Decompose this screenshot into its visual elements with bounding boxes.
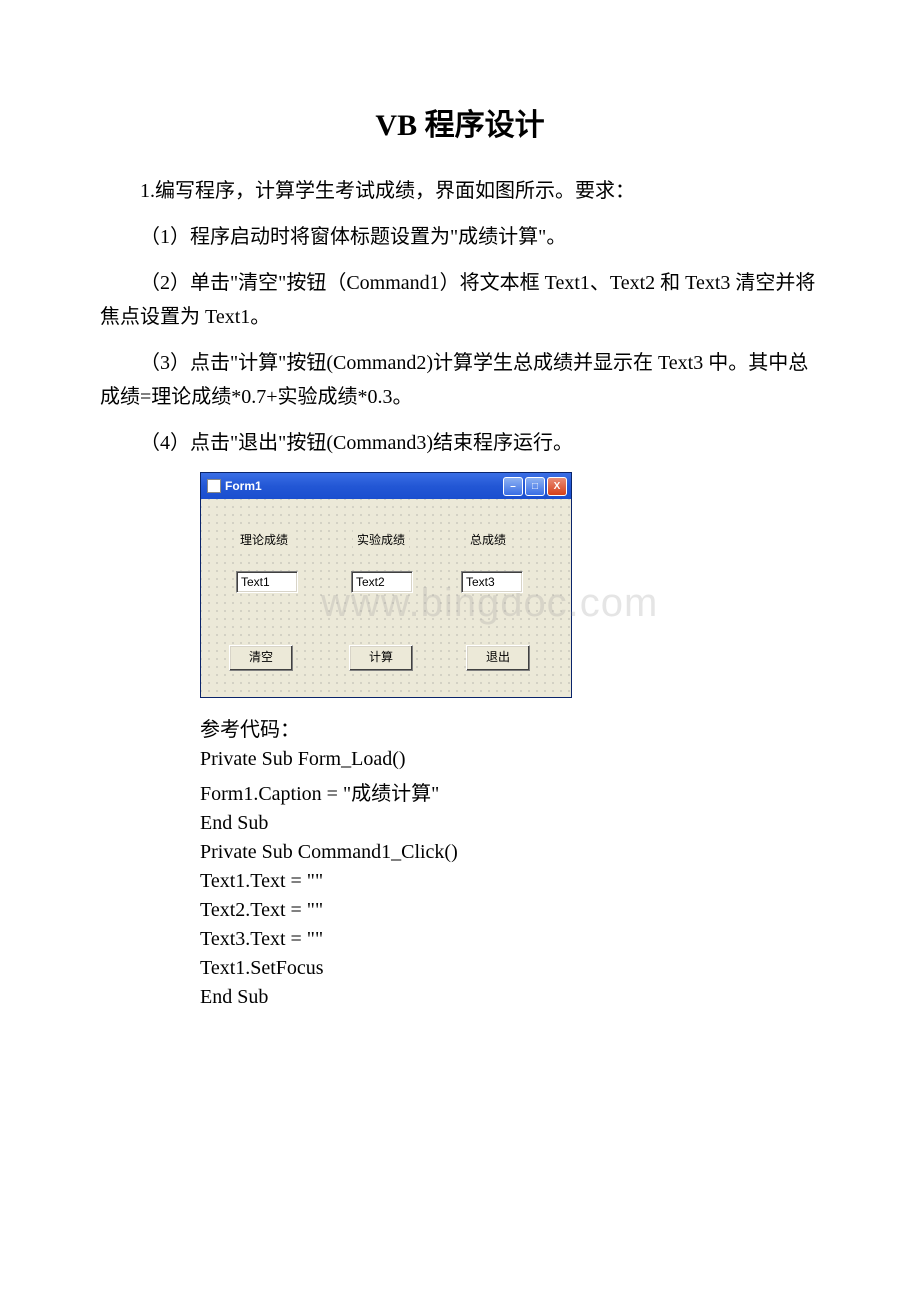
code-line: End Sub	[200, 812, 820, 835]
minimize-button[interactable]: –	[503, 477, 523, 496]
code-line: Form1.Caption = "成绩计算"	[200, 777, 820, 806]
paragraph-req3: （3）点击"计算"按钮(Command2)计算学生总成绩并显示在 Text3 中…	[100, 346, 820, 414]
code-line: End Sub	[200, 986, 820, 1009]
code-line: Text1.Text = ""	[200, 870, 820, 893]
title-bar: Form1 – □ X	[201, 473, 571, 499]
exit-button[interactable]: 退出	[466, 645, 530, 671]
paragraph-req1: （1）程序启动时将窗体标题设置为"成绩计算"。	[100, 220, 820, 254]
code-line: Text2.Text = ""	[200, 899, 820, 922]
label-total-score: 总成绩	[466, 529, 510, 550]
paragraph-intro: 1.编写程序，计算学生考试成绩，界面如图所示。要求：	[100, 174, 820, 208]
form-title: Form1	[225, 479, 262, 493]
app-icon	[207, 479, 221, 493]
close-button[interactable]: X	[547, 477, 567, 496]
maximize-button[interactable]: □	[525, 477, 545, 496]
form-body: www.bingdoc.com 理论成绩 实验成绩 总成绩 Text1 Text…	[201, 499, 571, 697]
vb-form-window: Form1 – □ X www.bingdoc.com 理论成绩 实验成绩 总成…	[200, 472, 572, 698]
document-title: VB 程序设计	[100, 100, 820, 144]
window-controls: – □ X	[503, 477, 567, 496]
label-lab-score: 实验成绩	[353, 529, 409, 550]
label-theory-score: 理论成绩	[236, 529, 292, 550]
code-line: Text1.SetFocus	[200, 957, 820, 980]
code-line: Text3.Text = ""	[200, 928, 820, 951]
code-line: Private Sub Command1_Click()	[200, 841, 820, 864]
code-reference-label: 参考代码：	[200, 713, 820, 742]
code-line: Private Sub Form_Load()	[200, 748, 820, 771]
text1-input[interactable]: Text1	[236, 571, 298, 593]
text3-input[interactable]: Text3	[461, 571, 523, 593]
calculate-button[interactable]: 计算	[349, 645, 413, 671]
text2-input[interactable]: Text2	[351, 571, 413, 593]
paragraph-req2: （2）单击"清空"按钮（Command1）将文本框 Text1、Text2 和 …	[100, 266, 820, 334]
paragraph-req4: （4）点击"退出"按钮(Command3)结束程序运行。	[100, 426, 820, 460]
clear-button[interactable]: 清空	[229, 645, 293, 671]
